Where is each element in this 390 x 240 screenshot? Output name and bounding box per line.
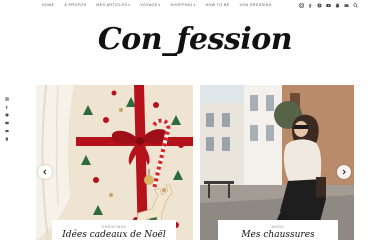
bloglovin-icon[interactable]: [4, 136, 9, 141]
menu-item-how-to-be[interactable]: How to be: [205, 3, 229, 7]
youtube-icon[interactable]: [4, 120, 9, 125]
menu-item-shopping[interactable]: Shopping▾: [170, 3, 195, 7]
floating-social-bar: [4, 96, 9, 141]
menu-item-a-propos[interactable]: À propos: [64, 3, 86, 7]
snapchat-icon[interactable]: [334, 2, 340, 8]
social-links: [298, 2, 358, 8]
menu-item-home[interactable]: Home: [42, 3, 54, 7]
pinterest-icon[interactable]: [316, 2, 322, 8]
slide-christmas[interactable]: Christmas Idées cadeaux de Noël: [36, 85, 193, 240]
chevron-right-icon: [342, 169, 346, 175]
chevron-down-icon: ▾: [158, 3, 161, 7]
menu-item-voyage[interactable]: Voyage▾: [140, 3, 160, 7]
email-icon[interactable]: [343, 2, 349, 8]
chevron-down-icon: ▾: [193, 3, 196, 7]
youtube-icon[interactable]: [325, 2, 331, 8]
chevron-down-icon: ▾: [128, 3, 131, 7]
main-menu: Home À propos Mes articles▾ Voyage▾ Shop…: [42, 3, 282, 7]
street-portrait-photo: [200, 85, 354, 240]
site-logo[interactable]: Con_fession: [0, 20, 390, 60]
chevron-left-icon: [43, 169, 47, 175]
slide-caption: Christmas Idées cadeaux de Noël: [52, 220, 176, 240]
post-title[interactable]: Mes chaussures: [218, 229, 338, 240]
slider-prev-button[interactable]: [38, 165, 52, 179]
instagram-icon[interactable]: [298, 2, 304, 8]
email-icon[interactable]: [4, 128, 9, 133]
menu-item-son-dressing[interactable]: Son dressing: [240, 3, 272, 7]
top-navigation: Home À propos Mes articles▾ Voyage▾ Shop…: [0, 0, 390, 14]
pinterest-icon[interactable]: [4, 112, 9, 117]
slide-caption: Mode Mes chaussures: [218, 220, 338, 240]
slider-next-button[interactable]: [337, 165, 351, 179]
facebook-icon[interactable]: [4, 104, 9, 109]
instagram-icon[interactable]: [4, 96, 9, 101]
facebook-icon[interactable]: [307, 2, 313, 8]
menu-item-mes-articles[interactable]: Mes articles▾: [96, 3, 130, 7]
featured-slider: Christmas Idées cadeaux de Noël: [36, 85, 354, 240]
search-icon[interactable]: [352, 2, 358, 8]
christmas-gift-photo: [36, 85, 193, 240]
post-title[interactable]: Idées cadeaux de Noël: [52, 229, 176, 240]
slide-mode[interactable]: Mode Mes chaussures: [200, 85, 354, 240]
